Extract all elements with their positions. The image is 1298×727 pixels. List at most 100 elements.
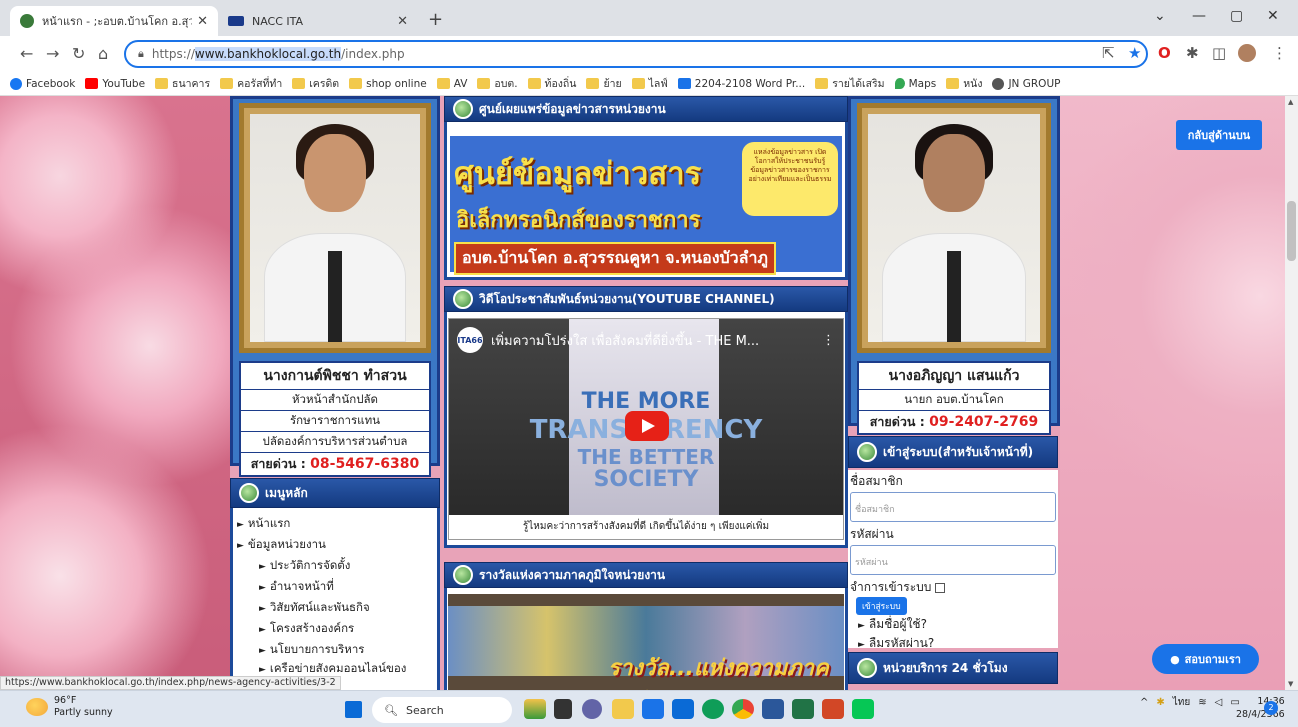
globe-icon — [453, 289, 473, 309]
widget-app-icon[interactable] — [524, 699, 546, 719]
mail-icon[interactable] — [672, 699, 694, 719]
bookmark-folder[interactable]: AV — [436, 78, 467, 90]
hotline-number[interactable]: 08-5467-6380 — [310, 456, 419, 472]
edge-icon[interactable] — [702, 699, 724, 719]
word-icon[interactable] — [762, 699, 784, 719]
lock-icon[interactable]: 🔒︎ — [138, 47, 144, 61]
close-window-icon[interactable]: ✕ — [1267, 8, 1279, 24]
address-bar[interactable]: 🔒︎ https://www.bankhoklocal.go.th/index.… — [124, 40, 1148, 68]
bookmark-folder[interactable]: หนัง — [946, 75, 982, 92]
teams-icon[interactable] — [582, 699, 602, 719]
video-title[interactable]: เพิ่มความโปร่งใส เพื่อสังคมที่ดียิ่งขึ้น… — [491, 330, 759, 351]
scroll-up-icon[interactable]: ▲ — [1288, 98, 1293, 106]
folder-icon — [527, 78, 541, 89]
youtube-embed[interactable]: ITA66 เพิ่มความโปร่งใส เพื่อสังคมที่ดียิ… — [448, 318, 844, 540]
task-view-icon[interactable] — [554, 699, 572, 719]
store-icon[interactable] — [642, 699, 664, 719]
info-center-banner[interactable]: ศูนย์ข้อมูลข่าวสาร อิเล็กทรอนิกส์ของราชก… — [448, 134, 844, 275]
password-input[interactable]: รหัสผ่าน — [850, 545, 1056, 575]
bookmark-label: อบต. — [494, 78, 518, 90]
forgot-password-link[interactable]: ► ลืมรหัสผ่าน? — [848, 634, 1058, 653]
video-more-icon[interactable]: ⋮ — [822, 333, 835, 348]
back-to-top-button[interactable]: กลับสู่ด้านบน — [1176, 120, 1262, 150]
windows-start-icon[interactable] — [345, 701, 362, 718]
back-icon[interactable]: ← — [20, 44, 33, 63]
menu-item-home[interactable]: ► หน้าแรก — [237, 514, 433, 535]
remember-checkbox[interactable] — [935, 582, 946, 593]
input-language[interactable]: ไทย — [1173, 695, 1190, 710]
reload-icon[interactable]: ↻ — [72, 44, 85, 63]
home-icon[interactable]: ⌂ — [98, 44, 108, 63]
bookmark-folder[interactable]: ท้องถิ่น — [527, 75, 576, 92]
volume-icon[interactable]: ◁ — [1215, 697, 1223, 708]
taskbar-search[interactable]: 🔍︎ Search — [372, 697, 512, 723]
scroll-down-icon[interactable]: ▼ — [1288, 680, 1293, 688]
scrollbar-thumb[interactable] — [1287, 201, 1296, 261]
share-icon[interactable]: ⇱ — [1102, 44, 1115, 62]
chrome-icon[interactable] — [732, 699, 754, 719]
powerpoint-icon[interactable] — [822, 699, 844, 719]
bookmark-facebook[interactable]: Facebook — [10, 77, 75, 90]
bookmark-folder[interactable]: อบต. — [477, 75, 518, 92]
bookmark-folder[interactable]: ย้าย — [586, 75, 622, 92]
bookmark-folder[interactable]: shop online — [349, 78, 427, 90]
menu-item-history[interactable]: ► ประวัติการจัดตั้ง — [237, 556, 433, 577]
arrow-bullet-icon: ► — [237, 541, 244, 551]
menu-item-vision[interactable]: ► วิสัยทัศน์และพันธกิจ — [237, 598, 433, 619]
forgot-username-link[interactable]: ► ลืมชื่อผู้ใช้? — [848, 615, 1058, 634]
bookmark-folder[interactable]: รายได้เสริม — [815, 75, 885, 92]
menu-kebab-icon[interactable]: ⋮ — [1272, 44, 1287, 62]
section-title: ศูนย์เผยแพร่ข้อมูลข่าวสารหน่วยงาน — [479, 101, 666, 116]
username-input[interactable]: ชื่อสมาชิก — [850, 492, 1056, 522]
chevron-up-icon[interactable]: ^ — [1140, 697, 1148, 708]
side-panel-icon[interactable]: ◫ — [1212, 44, 1226, 62]
menu-item-authority[interactable]: ► อำนาจหน้าที่ — [237, 577, 433, 598]
line-icon[interactable] — [852, 699, 874, 719]
network-app-icon[interactable]: ✱ — [1156, 697, 1164, 708]
opera-extension-icon[interactable]: O — [1158, 44, 1171, 62]
tab-bankhok[interactable]: หน้าแรก - ;ะอบต.บ้านโคก อ.สุวรรณคูห ✕ — [10, 6, 218, 36]
bookmark-folder[interactable]: เครดิต — [292, 75, 339, 92]
play-button-icon[interactable] — [625, 411, 669, 441]
bookmark-jn-group[interactable]: JN GROUP — [992, 77, 1060, 90]
hotline-number[interactable]: 09-2407-2769 — [929, 414, 1038, 430]
section-title: รางวัลแห่งความภาคภูมิใจหน่วยงาน — [479, 567, 666, 582]
new-tab-icon[interactable]: + — [428, 9, 443, 30]
tab-nacc-ita[interactable]: NACC ITA ✕ — [218, 6, 418, 36]
page-viewport: นางกานต์พิชชา ทำสวน หัวหน้าสำนักปลัด รัก… — [0, 96, 1285, 690]
restore-icon[interactable]: ▢ — [1230, 8, 1243, 24]
weather-widget[interactable]: 96°F Partly sunny — [26, 695, 113, 719]
url-path: /index.php — [341, 47, 405, 61]
close-tab-icon[interactable]: ✕ — [197, 14, 208, 29]
close-tab-icon[interactable]: ✕ — [397, 14, 408, 29]
bookmark-folder[interactable]: คอรัสที่ทำ — [220, 75, 282, 92]
wifi-icon[interactable]: ≋ — [1198, 697, 1206, 708]
notification-badge[interactable]: 2 — [1264, 701, 1278, 715]
award-image[interactable]: รางวัล...แห่งความภาคภูมิใจ — [448, 594, 844, 690]
password-label: รหัสผ่าน — [850, 527, 894, 541]
bookmark-label: shop online — [366, 77, 427, 90]
bookmark-youtube[interactable]: YouTube — [85, 78, 145, 90]
menu-item-structure[interactable]: ► โครงสร้างองค์กร — [237, 619, 433, 640]
bookmark-word[interactable]: 2204-2108 Word Pr... — [677, 78, 805, 90]
bookmark-folder[interactable]: ไลฟ์ — [631, 75, 668, 92]
page-scrollbar[interactable]: ▲ ▼ — [1285, 96, 1298, 690]
minimize-icon[interactable]: — — [1192, 8, 1206, 24]
arrow-bullet-icon: ► — [259, 562, 266, 572]
tab-search-chevron-icon[interactable]: ⌄ — [1154, 8, 1166, 24]
tab-label: NACC ITA — [252, 14, 304, 28]
extensions-puzzle-icon[interactable]: ✱ — [1186, 44, 1199, 62]
excel-icon[interactable] — [792, 699, 814, 719]
menu-item-policy[interactable]: ► นโยบายการบริหาร — [237, 640, 433, 661]
cherry-blossom-background — [0, 96, 230, 690]
file-explorer-icon[interactable] — [612, 699, 634, 719]
profile-avatar[interactable] — [1238, 44, 1256, 62]
bookmark-maps[interactable]: Maps — [894, 78, 936, 90]
bookmark-folder[interactable]: ธนาคาร — [155, 75, 210, 92]
forward-icon[interactable]: → — [46, 44, 59, 63]
login-button[interactable]: เข้าสู่ระบบ — [856, 597, 907, 615]
ask-us-button[interactable]: ● สอบถามเรา — [1152, 644, 1259, 674]
channel-avatar[interactable]: ITA66 — [457, 327, 483, 353]
bookmark-star-icon[interactable]: ★ — [1128, 44, 1141, 62]
menu-item-agency-info[interactable]: ► ข้อมูลหน่วยงาน — [237, 535, 433, 556]
